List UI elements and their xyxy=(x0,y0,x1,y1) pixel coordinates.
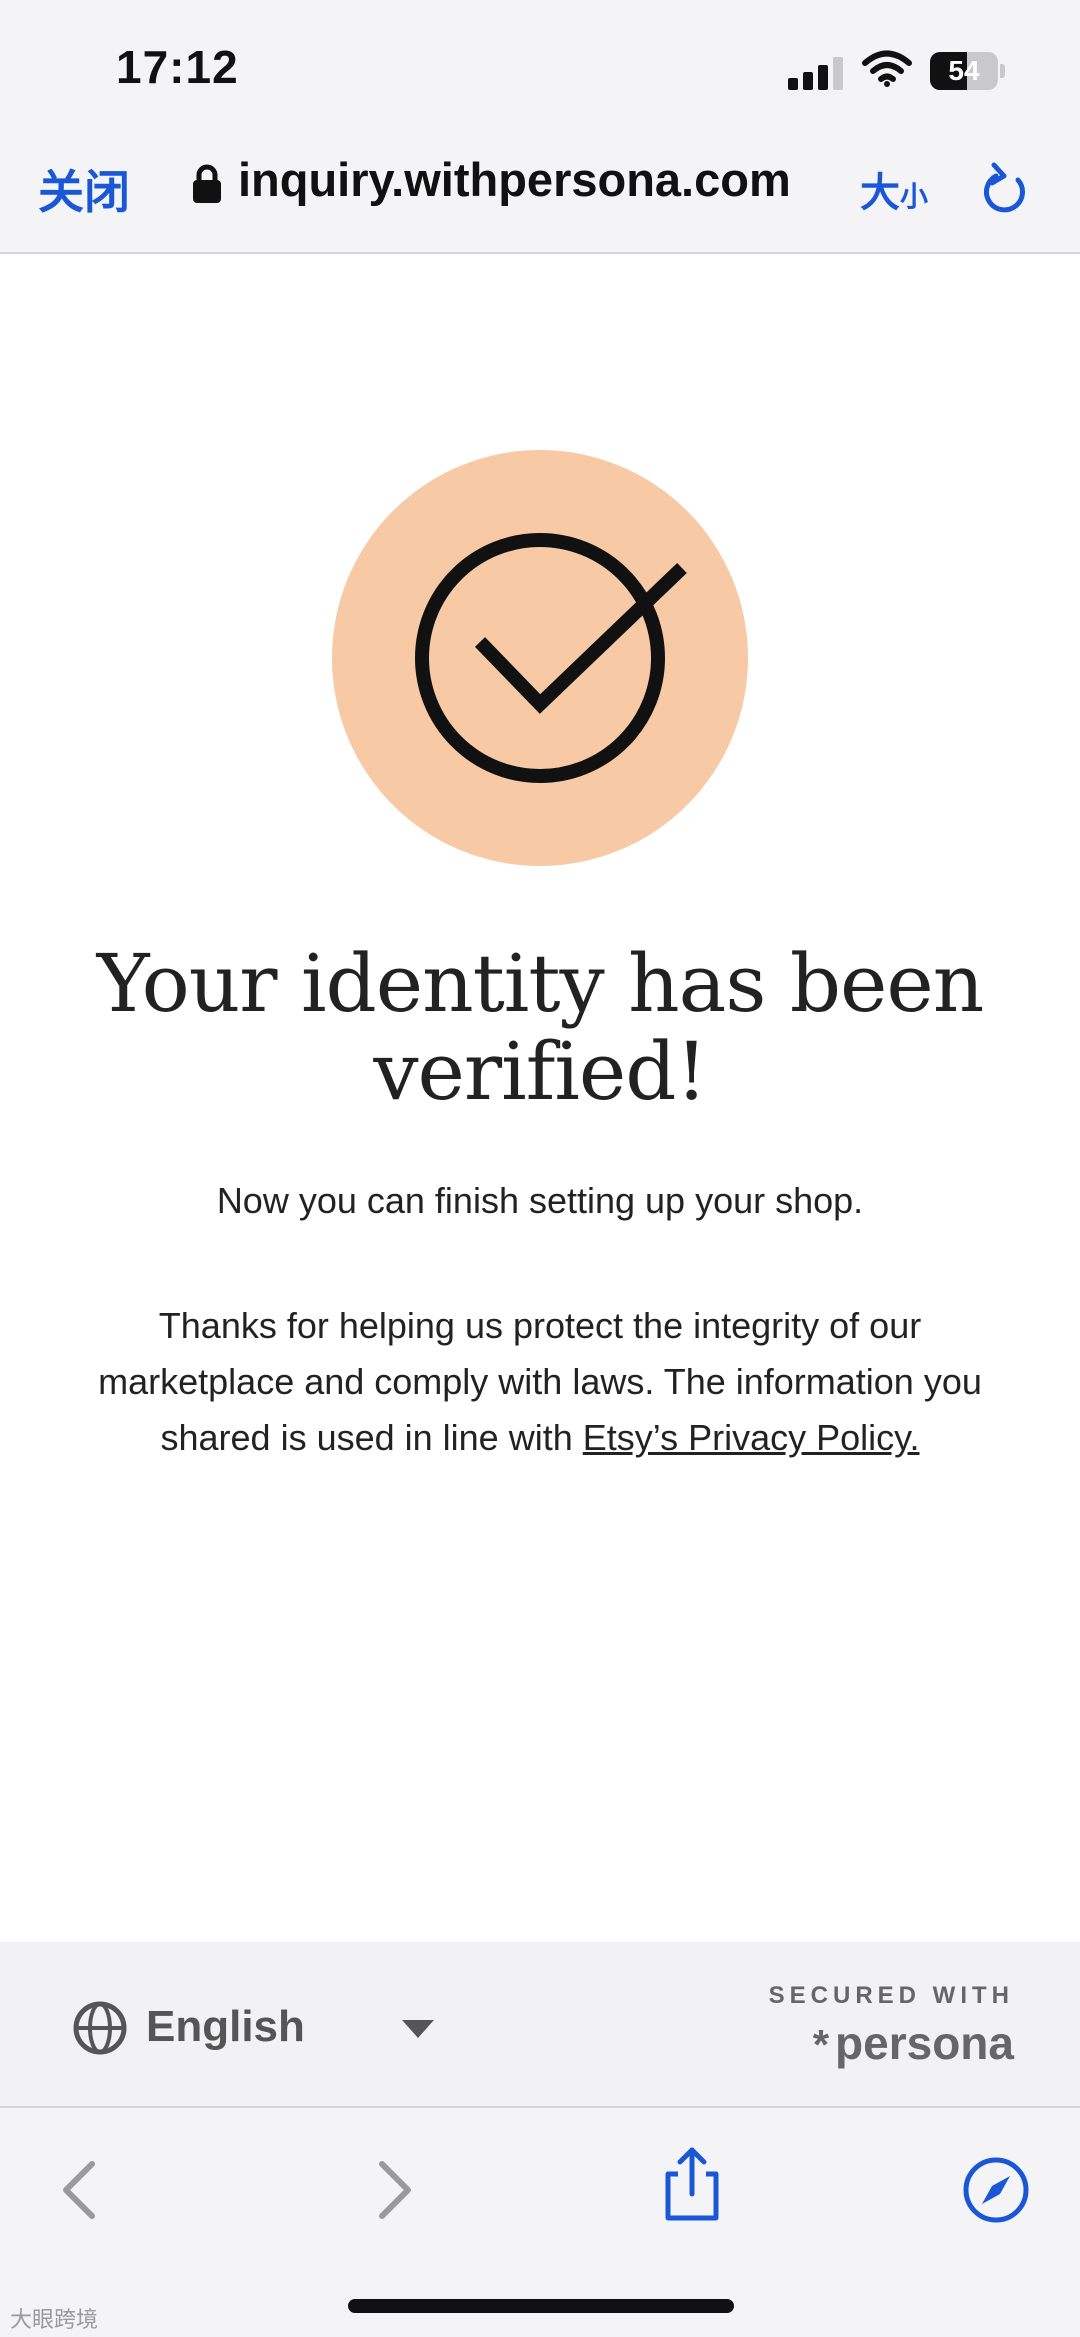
language-label: English xyxy=(146,2002,305,2051)
cellular-signal-icon xyxy=(788,56,844,90)
persona-logo: * persona xyxy=(754,2016,1014,2070)
battery-percentage: 54 xyxy=(948,55,980,86)
wifi-icon xyxy=(862,50,912,87)
page-title: Your identity has been verified! xyxy=(96,937,985,1118)
persona-logo-text: persona xyxy=(835,2017,1014,2069)
dropdown-caret-icon xyxy=(402,2020,434,2038)
secured-with-label: SECURED WITH xyxy=(768,1982,1014,2009)
close-button[interactable]: 关闭 xyxy=(38,156,130,222)
compass-icon[interactable] xyxy=(956,2150,1036,2230)
browser-address-bar: 关闭 inquiry.withpersona.com 大小 xyxy=(0,130,1080,254)
reload-icon[interactable] xyxy=(980,162,1030,218)
text-size-small-label: 小 xyxy=(900,181,929,212)
battery-icon: 54 xyxy=(930,52,1006,90)
status-time: 17:12 xyxy=(116,41,239,93)
secured-with-persona: SECURED WITH * persona xyxy=(754,1982,1014,2070)
persona-footer: English SECURED WITH * persona xyxy=(0,1942,1080,2108)
success-check-icon xyxy=(332,450,748,866)
watermark: 大眼跨境 xyxy=(10,2307,99,2332)
status-bar: 17:12 54 xyxy=(0,0,1080,130)
persona-logo-mark: * xyxy=(812,2021,830,2068)
privacy-policy-link[interactable]: Etsy’s Privacy Policy. xyxy=(583,1417,920,1458)
lock-icon xyxy=(193,164,221,203)
forward-arrow-icon[interactable] xyxy=(352,2150,432,2230)
url-domain[interactable]: inquiry.withpersona.com xyxy=(238,152,791,207)
share-icon[interactable] xyxy=(652,2144,732,2224)
back-arrow-icon[interactable] xyxy=(42,2150,122,2230)
globe-icon xyxy=(73,2001,127,2055)
home-indicator[interactable] xyxy=(348,2299,734,2313)
privacy-notice: Thanks for helping us protect the integr… xyxy=(80,1298,1000,1466)
text-size-big-label: 大 xyxy=(860,171,900,215)
text-size-button[interactable]: 大小 xyxy=(860,160,928,218)
subtitle: Now you can finish setting up your shop. xyxy=(216,1180,864,1221)
